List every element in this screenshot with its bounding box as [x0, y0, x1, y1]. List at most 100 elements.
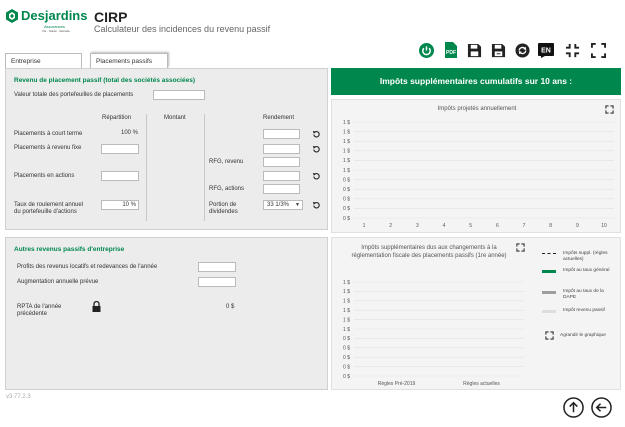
- chart1-x-tick: 3: [416, 223, 419, 229]
- tab-placements-passifs[interactable]: Placements passifs: [90, 53, 168, 68]
- taux-label-1: Taux de roulement annuel: [14, 202, 84, 208]
- chart2-y-tick: 1 $: [343, 289, 350, 295]
- chart2-y-tick: 1 $: [343, 327, 350, 333]
- chart1-x-tick: 4: [443, 223, 446, 229]
- chart1-x-tick: 7: [523, 223, 526, 229]
- cumulative-tax-banner: Impôts supplémentaires cumulatifs sur 10…: [331, 68, 621, 95]
- legend-swatch: [542, 310, 556, 313]
- desjardins-logo: Desjardins Assurances Vie · Santé · Retr…: [6, 6, 87, 42]
- reset-dividendes-icon[interactable]: [312, 201, 321, 210]
- chart1-y-tick: 1 $: [343, 158, 350, 164]
- taux-label-2: du portefeuille d'actions: [14, 209, 77, 215]
- legend-swatch: [542, 291, 556, 294]
- total-portfolio-input[interactable]: [153, 90, 205, 100]
- language-icon[interactable]: EN: [538, 42, 554, 58]
- chart1-x-tick: 8: [549, 223, 552, 229]
- profits-label: Profits des revenus locatifs et redevanc…: [17, 264, 158, 270]
- chart1-y-tick: 0 $: [343, 187, 350, 193]
- version-label: v3.77.2.3: [6, 394, 31, 400]
- chart2-y-tick: 0 $: [343, 374, 350, 380]
- save-as-icon[interactable]: [490, 42, 506, 58]
- power-icon[interactable]: [418, 42, 434, 58]
- dividendes-label-2: dividendes: [209, 209, 238, 215]
- dividendes-select[interactable]: 33 1/3% ▼: [263, 200, 303, 210]
- rpta-label-2: précédente: [17, 311, 48, 317]
- chart2-y-tick: 1 $: [343, 299, 350, 305]
- legend-label: Impôts suppl. (règles actuelles): [563, 251, 608, 262]
- chart2-y-tick: 0 $: [343, 346, 350, 352]
- legend-label: Impôt au taux de la DAPE: [563, 289, 604, 300]
- court-terme-rendement-input[interactable]: [263, 129, 300, 139]
- augmentation-label: Augmentation annuelle prévue: [17, 279, 99, 285]
- chart2-x-tick: Règles Pré-2019: [378, 381, 416, 387]
- court-terme-label: Placements à court terme: [14, 131, 83, 137]
- reset-court-terme-icon[interactable]: [312, 130, 321, 139]
- legend-swatch: [542, 270, 556, 273]
- chart-annual-wrapper: Impôts projetés annuellement 1 $1 $1 $1 …: [331, 99, 621, 233]
- chart1-svg: 1 $ 1 $ 1 $ 1 $ 1 $ 1 $ 0 $ 0 $ 0 $ 0 $ 0 $ 1 2 3 4 5 6 7…: [343, 120, 614, 229]
- pdf-label: PDF: [446, 50, 456, 56]
- actions-label: Placements en actions: [14, 173, 75, 179]
- chart1-y-tick: 0 $: [343, 216, 350, 222]
- chart1-y-tick: 1 $: [343, 139, 350, 145]
- rpta-value: 0 $: [226, 304, 235, 310]
- col-rendement: Rendement: [263, 115, 295, 121]
- court-terme-pct: 100 %: [121, 130, 139, 136]
- chart-first-year-wrapper: Impôts supplémentaires dus aux changemen…: [331, 237, 621, 390]
- toolbar: PDF EN: [418, 42, 618, 60]
- revenu-fixe-pct-input[interactable]: [101, 144, 139, 154]
- chart2-x-tick: Règles actuelles: [463, 381, 500, 387]
- legend-label: Impôt revenu passif: [563, 308, 605, 313]
- actions-pct-input[interactable]: [101, 171, 139, 181]
- augmentation-input[interactable]: [198, 277, 236, 287]
- chart2-y-tick: 1 $: [343, 317, 350, 323]
- chart1-x-tick: 2: [389, 223, 392, 229]
- lock-icon: [92, 301, 101, 312]
- lang-label: EN: [541, 47, 551, 54]
- chart2-y-tick: 0 $: [343, 355, 350, 361]
- chart2-y-tick: 1 $: [343, 280, 350, 286]
- legend-swatch: [542, 253, 556, 254]
- enlarge-chart-label[interactable]: Agrandir le graphique: [560, 333, 606, 339]
- reset-actions-icon[interactable]: [312, 172, 321, 181]
- chart1-y-tick: 1 $: [343, 120, 350, 126]
- chevron-down-icon: ▼: [295, 202, 300, 208]
- refresh-icon[interactable]: [514, 42, 530, 58]
- app-subtitle: Calculateur des incidences du revenu pas…: [94, 24, 271, 34]
- chart1-y-tick: 0 $: [343, 177, 350, 183]
- chart1-x-tick: 9: [576, 223, 579, 229]
- rfg-actions-label: RFG, actions: [209, 186, 245, 192]
- actions-rendement-input[interactable]: [263, 171, 300, 181]
- chart1-x-tick: 6: [496, 223, 499, 229]
- rfg-revenu-input[interactable]: [263, 157, 300, 167]
- col-repartition: Répartition: [102, 115, 132, 121]
- rfg-actions-input[interactable]: [263, 184, 300, 194]
- section2-title: Autres revenus passifs d'entreprise: [14, 246, 125, 253]
- save-icon[interactable]: [466, 42, 482, 58]
- taux-roulement-input[interactable]: 10 %: [101, 200, 139, 210]
- dividendes-label-1: Portion de: [209, 202, 237, 208]
- other-income-panel: Autres revenus passifs d'entreprise Prof…: [5, 237, 328, 390]
- chart1-x-tick: 5: [469, 223, 472, 229]
- chart1-y-tick: 1 $: [343, 168, 350, 174]
- profits-input[interactable]: [198, 262, 236, 272]
- tab-entreprise[interactable]: Entreprise: [5, 53, 82, 68]
- collapse-icon[interactable]: [564, 42, 580, 58]
- arrow-up-icon[interactable]: [563, 397, 584, 418]
- chart1-y-tick: 1 $: [343, 149, 350, 155]
- enlarge-chart-icon[interactable]: [545, 331, 554, 340]
- passive-income-panel: Revenu de placement passif (total des so…: [5, 68, 328, 230]
- reset-revenu-fixe-icon[interactable]: [312, 145, 321, 154]
- revenu-fixe-label: Placements à revenu fixe: [14, 145, 82, 151]
- rpta-label-1: RPTA de l'année: [17, 304, 62, 310]
- expand-icon[interactable]: [590, 42, 606, 58]
- dividendes-value: 33 1/3%: [267, 202, 290, 208]
- pdf-icon[interactable]: PDF: [442, 42, 458, 58]
- chart2-y-tick: 0 $: [343, 364, 350, 370]
- revenu-fixe-rendement-input[interactable]: [263, 144, 300, 154]
- chart1-y-tick: 0 $: [343, 197, 350, 203]
- chart1-y-tick: 0 $: [343, 206, 350, 212]
- chart2-y-tick: 1 $: [343, 308, 350, 314]
- arrow-left-icon[interactable]: [591, 397, 612, 418]
- brand-name: Desjardins: [21, 8, 88, 23]
